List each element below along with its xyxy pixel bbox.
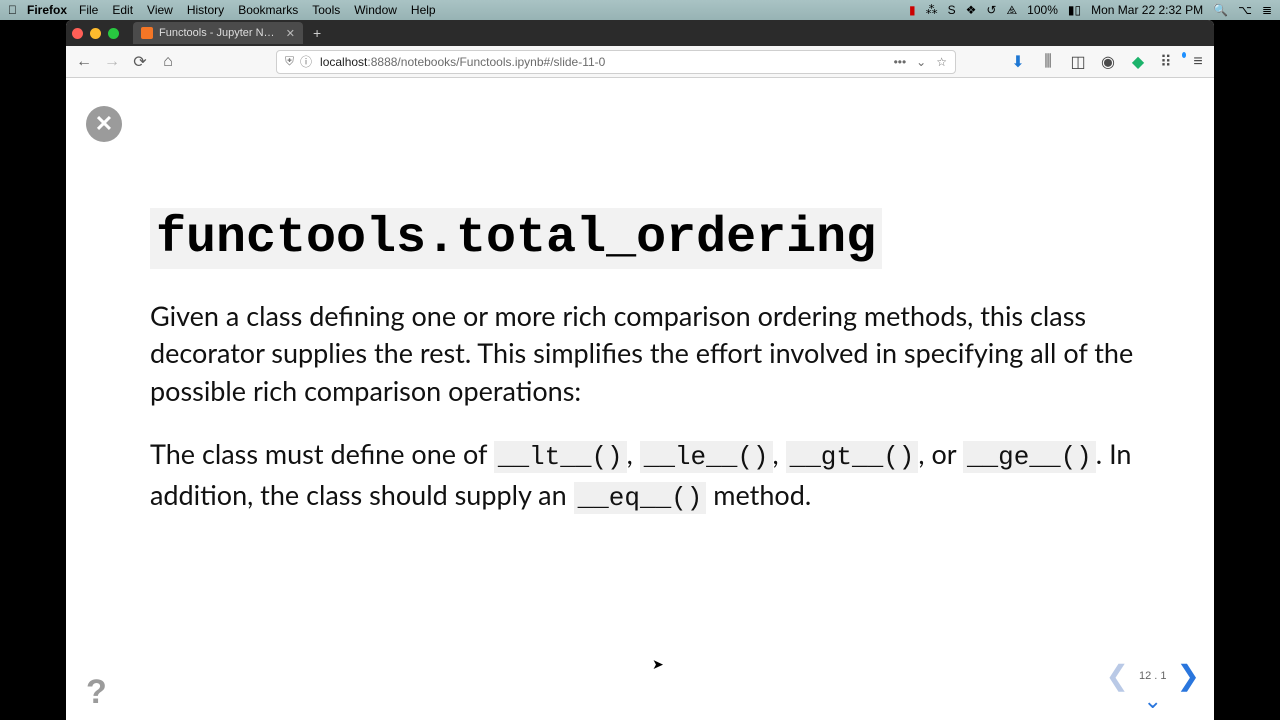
pocket-icon[interactable]: ⌄ (916, 55, 926, 69)
status-red-icon[interactable]: ▮ (909, 3, 916, 17)
menu-help[interactable]: Help (411, 3, 436, 17)
control-center-icon[interactable]: ⌥ (1238, 3, 1252, 17)
nav-reload-button[interactable]: ⟳ (130, 52, 150, 72)
app-name[interactable]: Firefox (27, 3, 67, 17)
site-info-icon[interactable]: ⓘ (300, 53, 312, 70)
page-content: ✕ functools.total_ordering Given a class… (66, 78, 1214, 720)
menu-history[interactable]: History (187, 3, 224, 17)
slide-controls: ❮ 12 . 1 ❯ ⌄ (1106, 662, 1200, 712)
slack-icon[interactable]: S (948, 3, 956, 17)
extension-2-icon[interactable]: ⠿ (1160, 54, 1176, 70)
bookmark-star-icon[interactable]: ☆ (936, 55, 947, 69)
url-text: localhost:8888/notebooks/Functools.ipynb… (320, 55, 894, 69)
sidebars-icon[interactable]: ◫ (1070, 54, 1086, 70)
notification-center-icon[interactable]: ≣ (1262, 3, 1272, 17)
tab-strip: Functools - Jupyter Notebook ✕ + (66, 20, 1214, 46)
battery-percent: 100% (1027, 3, 1058, 17)
spotlight-icon[interactable]: 🔍 (1213, 3, 1228, 17)
slide: functools.total_ordering Given a class d… (150, 208, 1174, 543)
timemachine-icon[interactable]: ↺ (986, 3, 996, 17)
tracking-shield-icon[interactable]: ⛨ (285, 54, 294, 69)
slideshow-help-button[interactable]: ? (86, 673, 107, 712)
browser-tab[interactable]: Functools - Jupyter Notebook ✕ (133, 22, 303, 44)
extension-1-icon[interactable]: ◆ (1130, 54, 1146, 70)
code-ge: __ge__() (963, 441, 1096, 473)
library-icon[interactable]: ⫼ (1040, 54, 1056, 70)
tab-title: Functools - Jupyter Notebook (159, 27, 280, 39)
mac-menubar:  Firefox File Edit View History Bookmar… (0, 0, 1280, 20)
code-gt: __gt__() (786, 441, 919, 473)
battery-icon[interactable]: ▮▯ (1068, 3, 1081, 17)
down-slide-button[interactable]: ⌄ (1144, 690, 1162, 712)
nav-back-button[interactable]: ← (74, 52, 94, 72)
slide-counter: 12 . 1 (1133, 670, 1173, 682)
menu-tools[interactable]: Tools (312, 3, 340, 17)
menu-view[interactable]: View (147, 3, 173, 17)
nav-forward-button[interactable]: → (102, 52, 122, 72)
new-tab-button[interactable]: + (313, 25, 321, 41)
slide-paragraph-2: The class must define one of __lt__(), _… (150, 435, 1174, 517)
url-bar[interactable]: ⛨ ⓘ localhost:8888/notebooks/Functools.i… (276, 50, 956, 74)
menubar-clock[interactable]: Mon Mar 22 2:32 PM (1091, 3, 1203, 17)
code-eq: __eq__() (574, 482, 707, 514)
dropbox-icon[interactable]: ⁂ (926, 3, 938, 17)
mouse-cursor-icon: ➤ (652, 656, 664, 673)
menu-edit[interactable]: Edit (112, 3, 133, 17)
wifi-icon[interactable]: ⧌ (1006, 3, 1017, 18)
nav-home-button[interactable]: ⌂ (158, 52, 178, 72)
menu-bookmarks[interactable]: Bookmarks (238, 3, 298, 17)
apple-menu-icon[interactable]:  (8, 3, 17, 17)
browser-toolbar: ← → ⟳ ⌂ ⛨ ⓘ localhost:8888/notebooks/Fun… (66, 46, 1214, 78)
window-zoom-button[interactable] (108, 28, 119, 39)
slide-paragraph-1: Given a class defining one or more rich … (150, 297, 1174, 409)
app-menu-icon[interactable]: ≡ (1190, 54, 1206, 70)
menu-file[interactable]: File (79, 3, 98, 17)
window-minimize-button[interactable] (90, 28, 101, 39)
code-le: __le__() (640, 441, 773, 473)
browser-window: Functools - Jupyter Notebook ✕ + ← → ⟳ ⌂… (66, 20, 1214, 720)
account-icon[interactable]: ◉ (1100, 54, 1116, 70)
next-slide-button[interactable]: ❯ (1177, 662, 1200, 690)
exit-slideshow-button[interactable]: ✕ (86, 106, 122, 142)
code-lt: __lt__() (494, 441, 627, 473)
prev-slide-button[interactable]: ❮ (1106, 662, 1129, 690)
tab-close-icon[interactable]: ✕ (286, 27, 295, 40)
slide-title: functools.total_ordering (150, 208, 882, 269)
page-actions-icon[interactable]: ••• (894, 55, 907, 69)
jupyter-favicon-icon (141, 27, 153, 39)
window-close-button[interactable] (72, 28, 83, 39)
window-controls (72, 28, 119, 39)
menu-window[interactable]: Window (354, 3, 397, 17)
squares-icon[interactable]: ❖ (966, 3, 977, 17)
downloads-icon[interactable]: ⬇ (1010, 54, 1026, 70)
